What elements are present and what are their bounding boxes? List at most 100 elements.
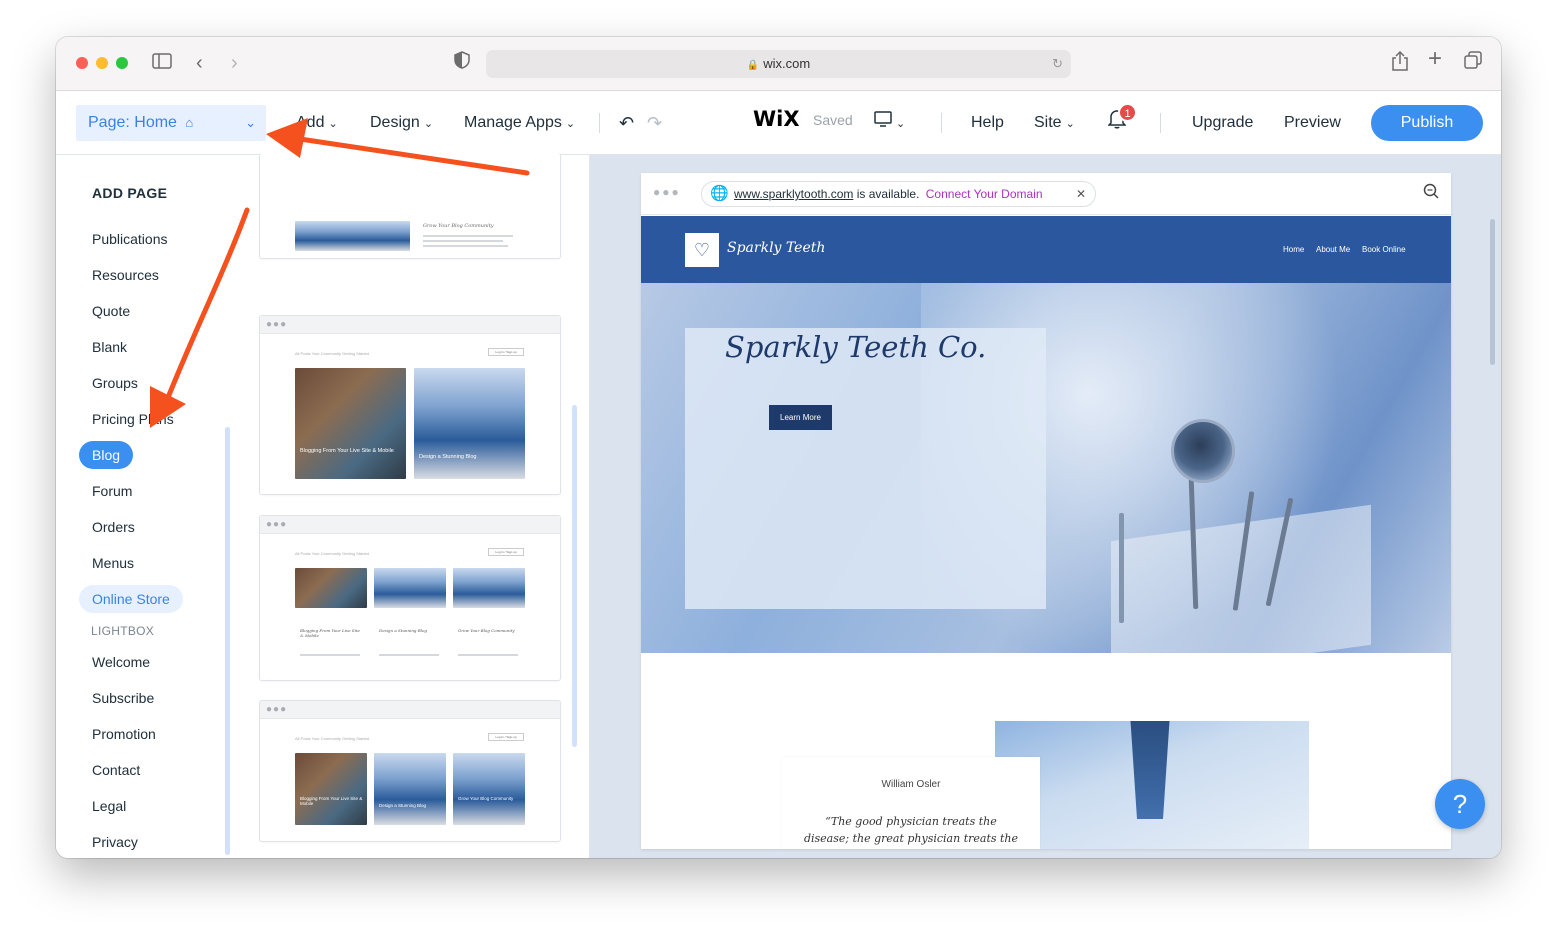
redo-icon[interactable]: ↷: [647, 111, 662, 135]
template-post-title: Blogging From Your Live Site & Mobile: [300, 796, 363, 806]
category-online-store[interactable]: Online Store: [79, 585, 183, 613]
quote-author: William Osler: [881, 779, 941, 790]
dental-tool: [1119, 513, 1124, 623]
upgrade-label: Upgrade: [1192, 114, 1254, 131]
template-post-title: Design a Stunning Blog: [379, 628, 427, 633]
template-image: [295, 568, 367, 608]
template-tabs: All Posts Your Community Getting Started: [295, 736, 370, 741]
template-image: [374, 568, 446, 608]
template-image: [453, 568, 525, 608]
publish-button[interactable]: Publish: [1371, 105, 1483, 141]
template-login: Log In / Sign up: [488, 733, 524, 741]
page-template-thumbnail[interactable]: ●●● All Posts Your Community Getting Sta…: [259, 315, 561, 495]
menu-design-label: Design: [370, 114, 420, 131]
doctor-image: [995, 721, 1309, 849]
browser-window: ‹ › 🔒 wix.com ↻ + Page: Home ⌂ ⌄ Add ⌄ Des…: [56, 37, 1501, 858]
device-switcher[interactable]: ⌄: [874, 111, 905, 136]
back-icon[interactable]: ‹: [196, 51, 203, 75]
help-button[interactable]: ?: [1435, 779, 1485, 829]
doctor-shirt-shape: [1130, 721, 1170, 819]
menu-manage-apps[interactable]: Manage Apps ⌄: [464, 111, 575, 136]
template-post-title: Grow Your Blog Community: [423, 223, 494, 229]
learn-more-button[interactable]: Learn More: [769, 405, 832, 430]
browser-toolbar: ‹ › 🔒 wix.com ↻ +: [56, 37, 1501, 91]
template-login: Log In / Sign up: [488, 548, 524, 556]
menu-add-label: Add: [296, 114, 325, 131]
zoom-window-button[interactable]: [116, 57, 128, 69]
connect-domain-link[interactable]: Connect Your Domain: [926, 187, 1043, 201]
forward-icon[interactable]: ›: [231, 51, 238, 75]
menu-help[interactable]: Help: [971, 111, 1004, 135]
category-blog[interactable]: Blog: [79, 441, 134, 469]
new-tab-icon[interactable]: +: [1428, 47, 1442, 71]
thumbnails-scrollbar[interactable]: [572, 405, 577, 747]
chevron-down-icon: ⌄: [1065, 118, 1075, 130]
share-icon[interactable]: [1392, 50, 1408, 77]
category-blank[interactable]: Blank: [92, 337, 127, 357]
domain-banner: 🌐 www.sparklytooth.com is available. Con…: [701, 181, 1096, 207]
lightbox-privacy[interactable]: Privacy: [92, 832, 138, 852]
chevron-down-icon: ⌄: [423, 118, 434, 130]
site-preview: ●●● 🌐 www.sparklytooth.com is available.…: [641, 173, 1451, 849]
template-post-title: Grow Your Blog Community: [458, 628, 515, 633]
reload-icon[interactable]: ↻: [1052, 50, 1063, 78]
sidebar-toggle-icon[interactable]: [152, 51, 172, 75]
template-browser-dots: ●●●: [260, 316, 560, 334]
template-post-title: Blogging From Your Live Site & Mobile: [300, 448, 394, 454]
lightbox-contact[interactable]: Contact: [92, 760, 140, 780]
close-icon[interactable]: ✕: [1076, 182, 1086, 206]
template-text-line: [423, 245, 508, 247]
site-nav-book-online[interactable]: Book Online: [1362, 245, 1406, 254]
category-publications[interactable]: Publications: [92, 229, 168, 249]
site-nav-about[interactable]: About Me: [1316, 245, 1350, 254]
template-image: [295, 368, 406, 479]
undo-icon[interactable]: ↶: [619, 111, 634, 135]
tabs-overview-icon[interactable]: [1464, 51, 1482, 75]
preview-button[interactable]: Preview: [1284, 111, 1341, 135]
category-quote[interactable]: Quote: [92, 301, 130, 321]
site-nav-home[interactable]: Home: [1283, 245, 1304, 254]
minimize-window-button[interactable]: [96, 57, 108, 69]
editor-top-bar: Page: Home ⌂ ⌄ Add ⌄ Design ⌄ Manage Apps ⌄…: [56, 91, 1501, 155]
privacy-shield-icon[interactable]: [454, 51, 470, 77]
menu-manage-apps-label: Manage Apps: [464, 114, 562, 131]
address-bar[interactable]: 🔒 wix.com ↻: [486, 50, 1071, 78]
dental-mirror-image: [1171, 419, 1235, 483]
menu-site[interactable]: Site ⌄: [1034, 111, 1075, 136]
category-pricing-plans[interactable]: Pricing Plans: [92, 409, 174, 429]
wix-logo: WiX: [753, 107, 800, 131]
category-groups[interactable]: Groups: [92, 373, 138, 393]
canvas-scrollbar[interactable]: [1490, 219, 1495, 365]
page-template-thumbnail[interactable]: ●●● All Posts Your Community Getting Sta…: [259, 700, 561, 842]
hero-title: Sparkly Teeth Co.: [725, 330, 987, 364]
category-scrollbar[interactable]: [225, 427, 230, 855]
category-resources[interactable]: Resources: [92, 265, 159, 285]
template-tabs: All Posts Your Community Getting Started: [295, 351, 370, 356]
lightbox-welcome[interactable]: Welcome: [92, 652, 150, 672]
close-window-button[interactable]: [76, 57, 88, 69]
lightbox-subscribe[interactable]: Subscribe: [92, 688, 154, 708]
category-orders[interactable]: Orders: [92, 517, 135, 537]
category-forum[interactable]: Forum: [92, 481, 132, 501]
panel-title: ADD PAGE: [92, 185, 168, 201]
lightbox-legal[interactable]: Legal: [92, 796, 126, 816]
lock-icon: 🔒: [746, 60, 760, 71]
page-template-thumbnail[interactable]: ●●● All Posts Your Community Getting Sta…: [259, 515, 561, 681]
divider: [1160, 113, 1161, 133]
quote-text: “The good physician treats the disease; …: [803, 815, 1019, 845]
page-selector-label: Page: Home: [88, 114, 177, 131]
zoom-icon[interactable]: [1423, 183, 1439, 204]
lightbox-promotion[interactable]: Promotion: [92, 724, 156, 744]
menu-add[interactable]: Add ⌄: [296, 111, 338, 136]
site-header: ♡ Sparkly Teeth Home About Me Book Onlin…: [641, 216, 1451, 283]
upgrade-button[interactable]: Upgrade: [1192, 111, 1253, 135]
template-post-title: Design a Stunning Blog: [419, 454, 477, 460]
category-menus[interactable]: Menus: [92, 553, 134, 573]
tooth-logo-icon: ♡: [685, 233, 719, 267]
domain-link[interactable]: www.sparklytooth.com: [734, 187, 853, 201]
menu-design[interactable]: Design ⌄: [370, 111, 433, 136]
page-selector[interactable]: Page: Home ⌂ ⌄: [76, 105, 266, 141]
globe-icon: 🌐: [710, 185, 729, 202]
template-post-title: Grow Your Blog Community: [458, 796, 514, 801]
page-template-thumbnail[interactable]: Grow Your Blog Community: [259, 153, 561, 259]
